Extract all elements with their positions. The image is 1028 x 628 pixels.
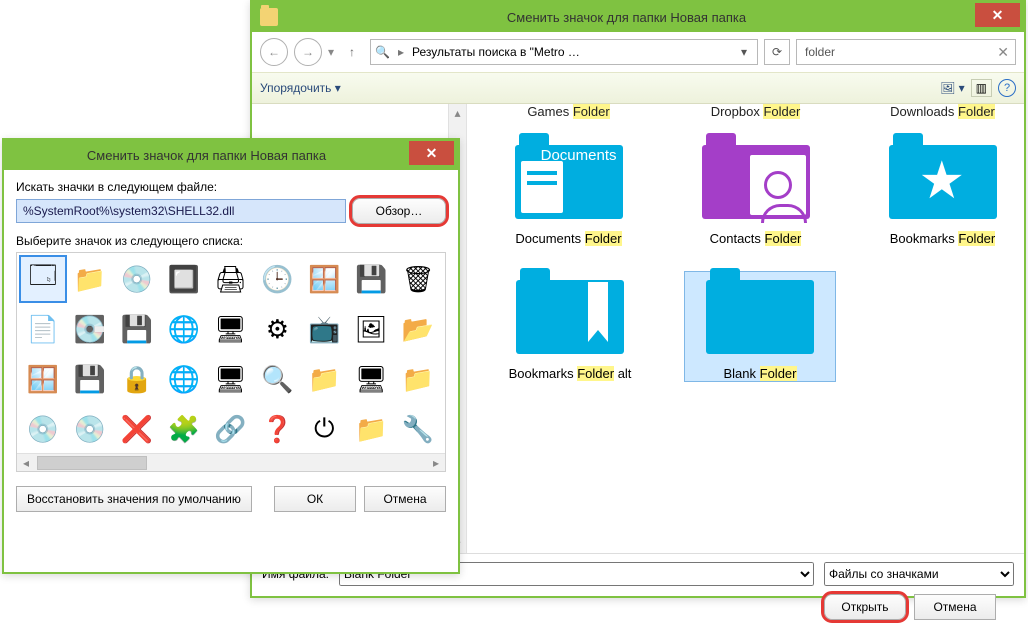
icon-choice[interactable]: 🖥: [349, 357, 393, 401]
icon-choice[interactable]: 🪟: [21, 357, 65, 401]
search-input[interactable]: [803, 44, 993, 60]
icon-choice[interactable]: 🖨: [209, 257, 253, 301]
icon-choice[interactable]: 🕒: [255, 257, 299, 301]
icon-grid-scrollbar[interactable]: ◂ ▸: [17, 453, 445, 471]
folder-icon: [260, 8, 278, 26]
list-item[interactable]: Games Folder: [495, 104, 642, 119]
search-results-icon: 🔍: [375, 45, 390, 59]
breadcrumb-dropdown-icon[interactable]: ▾: [735, 45, 753, 59]
icon-choice[interactable]: 🔧: [396, 407, 440, 451]
close-button[interactable]: ✕: [409, 141, 454, 165]
help-button[interactable]: ?: [998, 79, 1016, 97]
list-item-contacts[interactable]: Contacts Folder: [682, 137, 829, 246]
recent-dropdown-icon[interactable]: ▾: [328, 45, 334, 59]
icon-choice[interactable]: 💽: [68, 307, 112, 351]
titlebar: Сменить значок для папки Новая папка ✕: [252, 2, 1024, 32]
icon-caption: Documents: [541, 147, 617, 164]
file-list: Games Folder Dropbox Folder Downloads Fo…: [467, 104, 1024, 553]
icon-choice[interactable]: 🧩: [162, 407, 206, 451]
list-item[interactable]: Downloads Folder: [869, 104, 1016, 119]
open-button[interactable]: Открыть: [824, 594, 906, 620]
icon-choice[interactable]: 🖥: [209, 357, 253, 401]
ok-button[interactable]: ОК: [274, 486, 356, 512]
icon-choice[interactable]: 💿: [21, 407, 65, 451]
icon-choice[interactable]: 🔗: [209, 407, 253, 451]
browse-button[interactable]: Обзор…: [352, 198, 446, 224]
icon-choice[interactable]: 💿: [115, 257, 159, 301]
preview-pane-button[interactable]: ▥: [971, 79, 992, 97]
icon-choice[interactable]: 💾: [349, 257, 393, 301]
list-item-bookmarks[interactable]: ★ Bookmarks Folder: [869, 137, 1016, 246]
icon-choice[interactable]: 🖥: [209, 307, 253, 351]
clear-search-icon[interactable]: ✕: [993, 44, 1009, 61]
icon-choice[interactable]: 📁: [302, 357, 346, 401]
icon-grid: 🗔📁💿🔲🖨🕒🪟💾🗑📄💽💾🌐🖥⚙📺🖼📂🪟💾🔒🌐🖥🔍📁🖥📁💿💿❌🧩🔗❓⏻📁🔧 ◂ ▸: [16, 252, 446, 472]
titlebar: Сменить значок для папки Новая папка ✕: [4, 140, 458, 170]
list-item-bookmarks-alt[interactable]: Bookmarks Folder alt: [495, 272, 645, 381]
icon-choice[interactable]: 💿: [68, 407, 112, 451]
icon-choice[interactable]: 📁: [68, 257, 112, 301]
change-icon-dialog: Сменить значок для папки Новая папка ✕ И…: [2, 138, 460, 574]
forward-button[interactable]: →: [294, 38, 322, 66]
view-menu-icon[interactable]: 🖼 ▾: [940, 81, 965, 95]
list-label: Выберите значок из следующего списка:: [16, 234, 446, 248]
icon-choice[interactable]: ⏻: [302, 407, 346, 451]
icon-choice[interactable]: 🗑: [396, 257, 440, 301]
icon-path-input[interactable]: [16, 199, 346, 223]
close-button[interactable]: ✕: [975, 3, 1020, 27]
icon-choice[interactable]: 🗔: [21, 257, 65, 301]
window-title: Сменить значок для папки Новая папка: [278, 10, 975, 25]
icon-choice[interactable]: ❓: [255, 407, 299, 451]
icon-choice[interactable]: 🖼: [349, 307, 393, 351]
list-item-blank-selected[interactable]: Blank Folder: [685, 272, 835, 381]
search-box[interactable]: ✕: [796, 39, 1016, 65]
scrollbar-thumb[interactable]: [37, 456, 147, 470]
cancel-button[interactable]: Отмена: [914, 594, 996, 620]
back-button[interactable]: ←: [260, 38, 288, 66]
organize-menu[interactable]: Упорядочить ▾: [260, 81, 341, 95]
scroll-left-icon[interactable]: ◂: [17, 456, 35, 470]
up-button[interactable]: ↑: [340, 40, 364, 64]
icon-choice[interactable]: 🌐: [162, 357, 206, 401]
icon-choice[interactable]: ❌: [115, 407, 159, 451]
list-item-documents[interactable]: Documents Documents Folder: [495, 137, 642, 246]
icon-choice[interactable]: 🔒: [115, 357, 159, 401]
icon-choice[interactable]: 🔍: [255, 357, 299, 401]
list-item[interactable]: Dropbox Folder: [682, 104, 829, 119]
nav-row: ← → ▾ ↑ 🔍▸Результаты поиска в "Metro … ▾…: [252, 32, 1024, 72]
refresh-button[interactable]: ⟳: [764, 39, 790, 65]
breadcrumb: Результаты поиска в "Metro …: [412, 45, 580, 59]
filetype-combo[interactable]: Файлы со значками: [824, 562, 1014, 586]
icon-choice[interactable]: 💾: [115, 307, 159, 351]
scroll-right-icon[interactable]: ▸: [427, 456, 445, 470]
cancel-button[interactable]: Отмена: [364, 486, 446, 512]
icon-choice[interactable]: 🌐: [162, 307, 206, 351]
icon-choice[interactable]: 🔲: [162, 257, 206, 301]
icon-choice[interactable]: 💾: [68, 357, 112, 401]
icon-choice[interactable]: 📺: [302, 307, 346, 351]
toolbar: Упорядочить ▾ 🖼 ▾ ▥ ?: [252, 72, 1024, 104]
icon-choice[interactable]: 📂: [396, 307, 440, 351]
scroll-up-icon[interactable]: ▴: [449, 104, 466, 122]
icon-choice[interactable]: 📁: [349, 407, 393, 451]
icon-choice[interactable]: 📄: [21, 307, 65, 351]
address-bar[interactable]: 🔍▸Результаты поиска в "Metro … ▾: [370, 39, 758, 65]
seek-label: Искать значки в следующем файле:: [16, 180, 446, 194]
restore-defaults-button[interactable]: Восстановить значения по умолчанию: [16, 486, 252, 512]
icon-choice[interactable]: ⚙: [255, 307, 299, 351]
icon-choice[interactable]: 🪟: [302, 257, 346, 301]
icon-choice[interactable]: 📁: [396, 357, 440, 401]
window-title: Сменить значок для папки Новая папка: [4, 148, 409, 163]
